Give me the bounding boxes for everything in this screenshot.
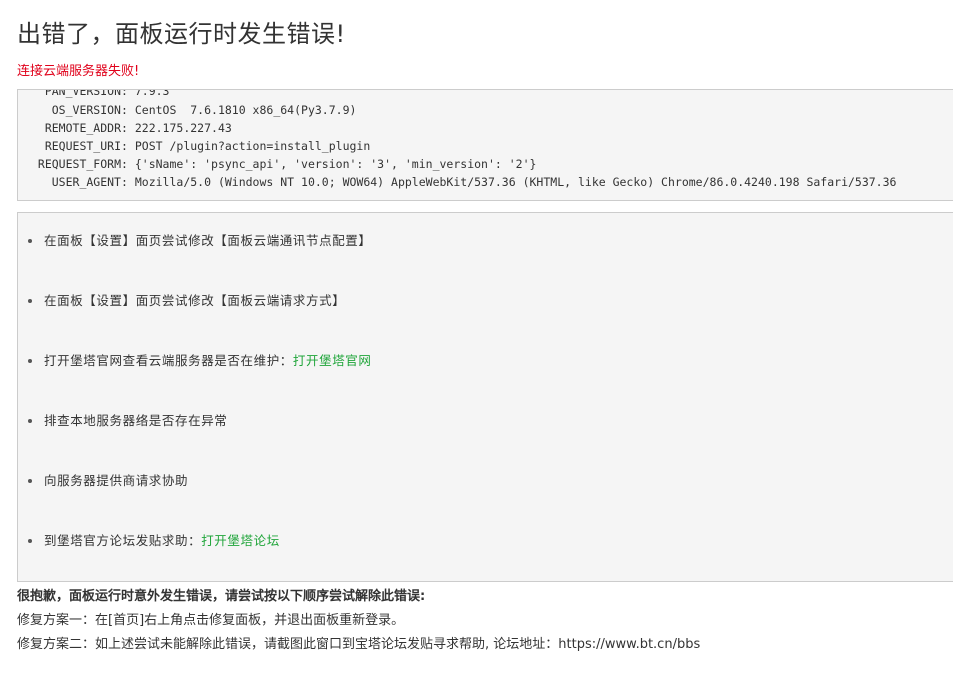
bullet-icon <box>28 478 32 483</box>
list-item: 排查本地服务器络是否存在异常 <box>28 411 227 431</box>
env-row-os-version: OS_VERSION: CentOS 7.6.1810 x86_64(Py3.7… <box>18 101 357 119</box>
environment-info-panel: PAN_VERSION: 7.9.3 OS_VERSION: CentOS 7.… <box>17 89 953 201</box>
env-key: REQUEST_URI <box>44 139 121 153</box>
forum-link[interactable]: 打开堡塔论坛 <box>201 533 280 548</box>
fix-solution-two: 修复方案二：如上述尝试未能解除此错误，请截图此窗口到宝塔论坛发贴寻求帮助, 论坛… <box>17 637 701 652</box>
env-row-request-form: REQUEST_FORM: {'sName': 'psync_api', 've… <box>18 155 537 173</box>
env-value: 7.9.3 <box>134 89 170 98</box>
tip-text: 在面板【设置】面页尝试修改【面板云端通讯节点配置】 <box>44 233 372 248</box>
list-item: 打开堡塔官网查看云端服务器是否在维护：打开堡塔官网 <box>28 351 372 371</box>
env-row-pan-version: PAN_VERSION: 7.9.3 <box>18 89 170 100</box>
bullet-icon <box>28 238 32 243</box>
error-message: 连接云端服务器失败! <box>17 64 140 79</box>
bullet-icon <box>28 298 32 303</box>
env-value: CentOS 7.6.1810 x86_64(Py3.7.9) <box>134 103 357 117</box>
list-item: 在面板【设置】面页尝试修改【面板云端通讯节点配置】 <box>28 231 372 251</box>
env-key: PAN_VERSION <box>44 89 121 98</box>
tip-text: 在面板【设置】面页尝试修改【面板云端请求方式】 <box>44 293 346 308</box>
page-title: 出错了，面板运行时发生错误! <box>17 20 346 48</box>
env-value: POST /plugin?action=install_plugin <box>134 139 371 153</box>
env-value: {'sName': 'psync_api', 'version': '3', '… <box>134 157 537 171</box>
bullet-icon <box>28 418 32 423</box>
env-key: OS_VERSION <box>51 103 121 117</box>
footer-heading: 很抱歉，面板运行时意外发生错误，请尝试按以下顺序尝试解除此错误: <box>17 589 426 604</box>
tip-text: 向服务器提供商请求协助 <box>44 473 189 488</box>
env-value: 222.175.227.43 <box>134 121 232 135</box>
list-item: 向服务器提供商请求协助 <box>28 471 188 491</box>
official-site-link[interactable]: 打开堡塔官网 <box>293 353 372 368</box>
troubleshooting-tips-panel: 在面板【设置】面页尝试修改【面板云端通讯节点配置】 在面板【设置】面页尝试修改【… <box>17 212 953 582</box>
tip-text: 打开堡塔官网查看云端服务器是否在维护： <box>44 353 293 368</box>
env-key: REMOTE_ADDR <box>44 121 121 135</box>
env-row-remote-addr: REMOTE_ADDR: 222.175.227.43 <box>18 119 232 137</box>
bullet-icon <box>28 538 32 543</box>
list-item: 在面板【设置】面页尝试修改【面板云端请求方式】 <box>28 291 345 311</box>
env-row-request-uri: REQUEST_URI: POST /plugin?action=install… <box>18 137 370 155</box>
list-item: 到堡塔官方论坛发贴求助：打开堡塔论坛 <box>28 531 280 551</box>
env-key: REQUEST_FORM <box>37 157 121 171</box>
env-key: USER_AGENT <box>51 175 121 189</box>
tip-text: 排查本地服务器络是否存在异常 <box>44 413 228 428</box>
fix-solution-one: 修复方案一：在[首页]右上角点击修复面板，并退出面板重新登录。 <box>17 613 405 628</box>
bullet-icon <box>28 358 32 363</box>
env-value: Mozilla/5.0 (Windows NT 10.0; WOW64) App… <box>134 175 897 189</box>
tip-text: 到堡塔官方论坛发贴求助： <box>44 533 202 548</box>
env-row-user-agent: USER_AGENT: Mozilla/5.0 (Windows NT 10.0… <box>18 173 897 191</box>
